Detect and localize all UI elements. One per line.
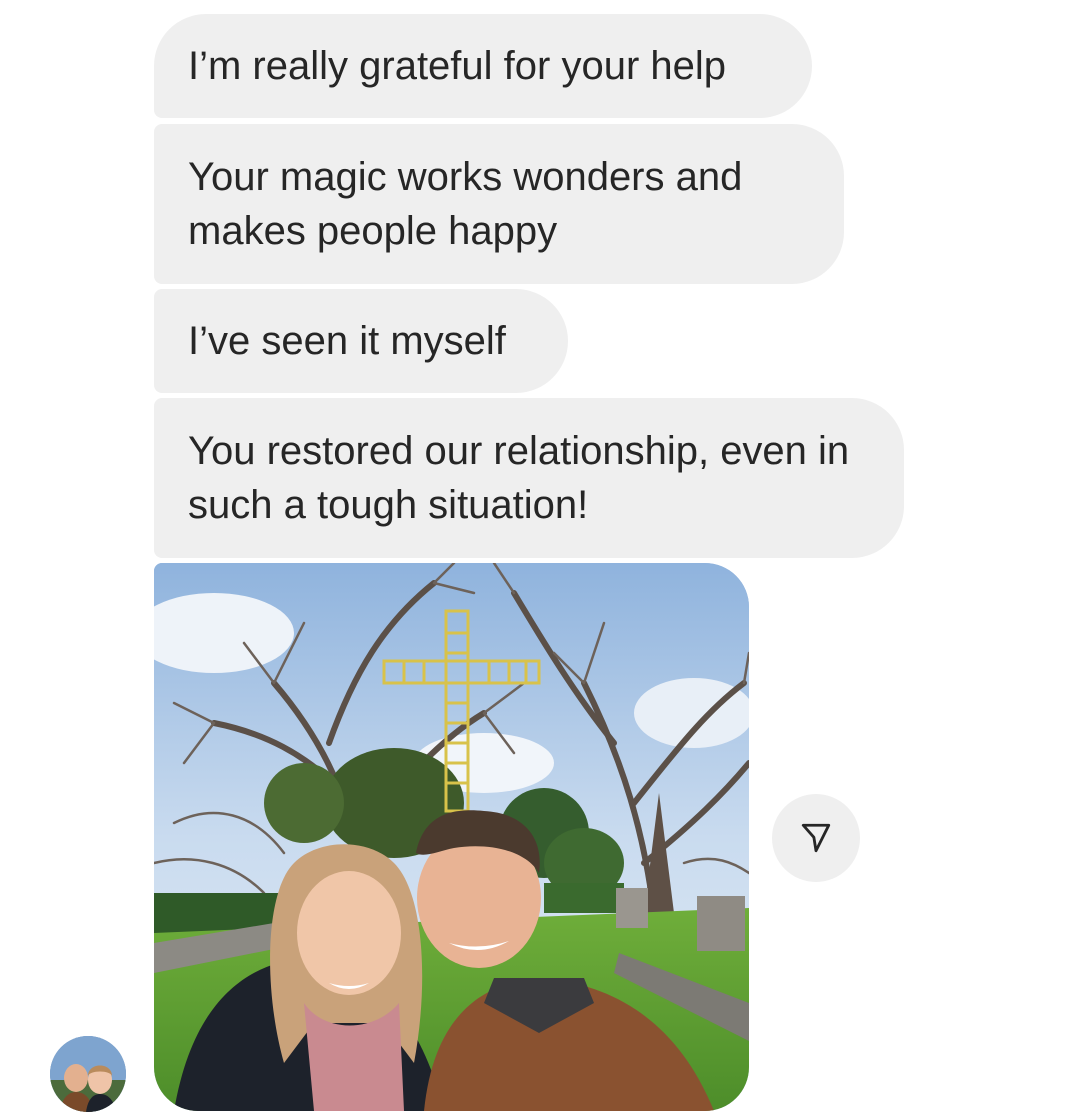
sender-avatar[interactable] (50, 1036, 126, 1112)
chat-thread: I’m really grateful for your help Your m… (0, 0, 1076, 1114)
message-bubble[interactable]: You restored our relationship, even in s… (154, 398, 904, 558)
avatar-image (50, 1036, 126, 1112)
message-bubble[interactable]: I’m really grateful for your help (154, 14, 812, 118)
photo-message[interactable] (154, 563, 749, 1111)
couple-selfie-photo (154, 563, 749, 1111)
message-text: I’ve seen it myself (188, 319, 506, 363)
message-bubble[interactable]: I’ve seen it myself (154, 289, 568, 393)
message-text: Your magic works wonders and makes peopl… (188, 155, 743, 253)
message-text: I’m really grateful for your help (188, 44, 727, 88)
share-button[interactable] (772, 794, 860, 882)
message-text: You restored our relationship, even in s… (188, 429, 850, 527)
paper-plane-icon (801, 823, 831, 853)
message-bubble[interactable]: Your magic works wonders and makes peopl… (154, 124, 844, 284)
